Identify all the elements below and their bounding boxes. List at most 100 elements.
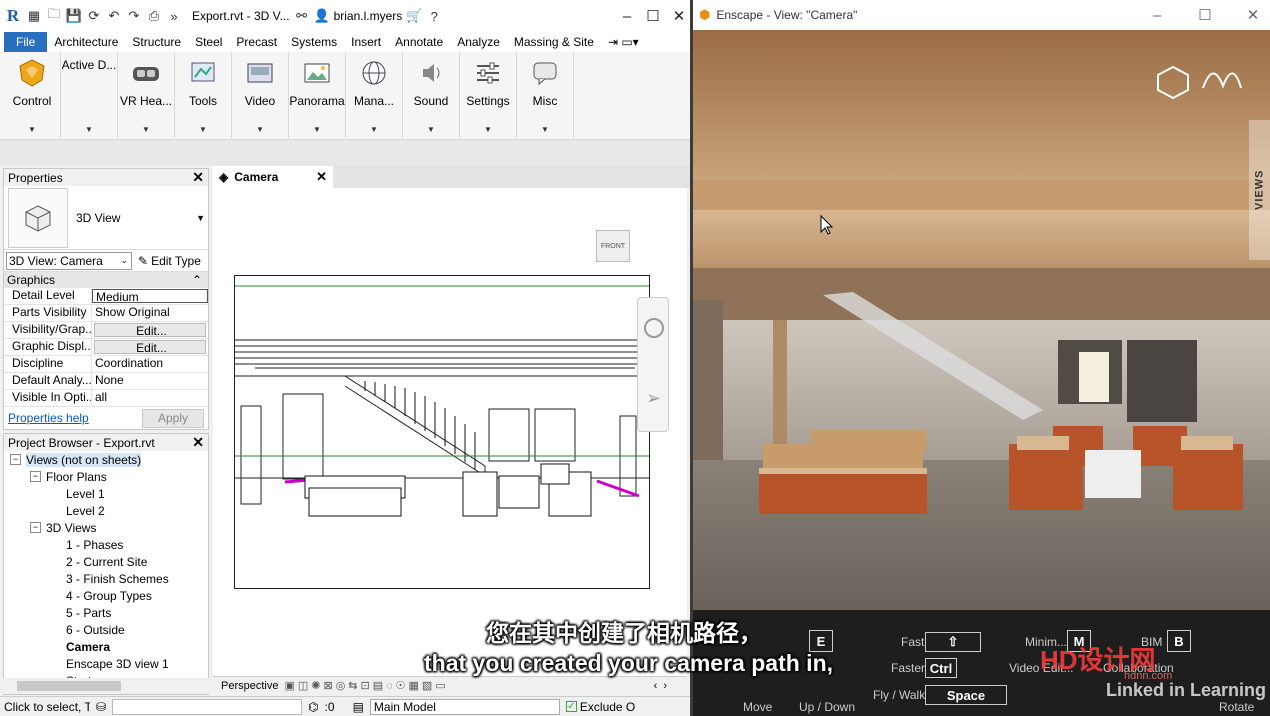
filter-icon[interactable]: ▤: [353, 700, 364, 714]
camera-tab-close-icon[interactable]: ✕: [316, 169, 327, 185]
video-button[interactable]: Video ▼: [232, 52, 289, 138]
viewcube[interactable]: FRONT: [596, 230, 630, 262]
user-icon[interactable]: 👤: [314, 8, 330, 24]
browser-tree-item[interactable]: −3D Views: [4, 519, 208, 536]
property-value[interactable]: None: [92, 373, 208, 389]
maximize-button[interactable]: ☐: [642, 5, 664, 27]
tab-systems[interactable]: Systems: [284, 32, 344, 52]
navigation-bar[interactable]: ➢: [637, 297, 669, 432]
properties-help-link[interactable]: Properties help: [8, 411, 89, 425]
enscape-close-button[interactable]: ✕: [1242, 4, 1264, 26]
views-panel-tab[interactable]: VIEWS: [1249, 120, 1270, 260]
revit-logo-icon[interactable]: R: [4, 6, 22, 26]
browser-tree-item[interactable]: Level 2: [4, 502, 208, 519]
user-name[interactable]: brian.l.myers: [334, 9, 403, 23]
scroll-left-icon[interactable]: ‹: [654, 680, 658, 692]
browser-tree-item[interactable]: − Floor Plans: [4, 468, 208, 485]
view-control-icons[interactable]: ▣◫✺⊠◎⇆⊡▤◌☉▦▧▭: [284, 679, 448, 692]
render-viewport[interactable]: [693, 30, 1270, 610]
vr-headset-button[interactable]: VR Hea... ▼: [118, 52, 175, 138]
walk-icon[interactable]: ➢: [646, 388, 661, 409]
settings-button[interactable]: Settings ▼: [460, 52, 517, 138]
minimize-button[interactable]: –: [616, 5, 638, 27]
more-icon[interactable]: »: [166, 8, 182, 24]
properties-close-icon[interactable]: ✕: [192, 169, 204, 186]
tab-structure[interactable]: Structure: [125, 32, 188, 52]
tab-architecture[interactable]: Architecture: [47, 32, 125, 52]
3d-view-icon: [8, 187, 68, 248]
redo-icon[interactable]: ↷: [126, 8, 142, 24]
sync-icon[interactable]: ⟳: [86, 8, 102, 24]
browser-tree-item[interactable]: 4 - Group Types: [4, 587, 208, 604]
browser-tree-item[interactable]: − Views (not on sheets): [4, 451, 208, 468]
print-icon[interactable]: ⎙: [146, 8, 162, 24]
save-icon[interactable]: 💾: [66, 8, 82, 24]
tab-insert[interactable]: Insert: [344, 32, 388, 52]
type-dropdown-icon[interactable]: ▼: [196, 213, 205, 223]
active-document-button[interactable]: Active D... ▼: [61, 52, 118, 138]
exclude-checkbox[interactable]: ✓ Exclude O: [565, 700, 635, 714]
browser-tree-item[interactable]: 6 - Outside: [4, 621, 208, 638]
tab-steel[interactable]: Steel: [188, 32, 229, 52]
open-icon[interactable]: 🗀: [46, 6, 62, 24]
tab-camera[interactable]: ◈ Camera ✕: [213, 166, 333, 188]
browser-tree-item[interactable]: 2 - Current Site: [4, 553, 208, 570]
home-icon[interactable]: ▦: [26, 8, 42, 24]
browser-tree-item[interactable]: 1 - Phases: [4, 536, 208, 553]
manage-button[interactable]: Mana... ▼: [346, 52, 403, 138]
workset-dropdown[interactable]: [112, 698, 303, 715]
collapse-toggle-icon[interactable]: −: [30, 471, 41, 482]
panorama-button[interactable]: Panorama ▼: [289, 52, 346, 138]
type-selector[interactable]: 3D View ▼: [4, 186, 208, 250]
property-value[interactable]: Show Original: [92, 305, 208, 321]
apply-button[interactable]: Apply: [142, 408, 204, 428]
enscape-maximize-button[interactable]: ☐: [1194, 4, 1216, 26]
help-icon[interactable]: ?: [426, 8, 442, 24]
binoculars-icon[interactable]: ⚯: [294, 8, 310, 24]
edit-type-button[interactable]: ✎ Edit Type: [138, 254, 201, 268]
browser-tree-item[interactable]: Level 1: [4, 485, 208, 502]
property-value[interactable]: all: [92, 390, 208, 406]
enscape-logo-icon: ⬢: [699, 7, 711, 22]
tab-massing-site[interactable]: Massing & Site: [507, 32, 601, 52]
property-value[interactable]: Edit...: [94, 340, 206, 354]
steering-wheel-icon[interactable]: [644, 318, 664, 338]
tab-precast[interactable]: Precast: [229, 32, 284, 52]
worksets-icon[interactable]: ⛁: [96, 700, 106, 714]
design-option-dropdown[interactable]: Main Model: [369, 698, 560, 715]
instance-selector[interactable]: 3D View: Camera ⌄: [6, 251, 132, 270]
collapse-toggle-icon[interactable]: −: [30, 522, 41, 533]
view-mode-label[interactable]: Perspective: [221, 680, 278, 692]
close-button[interactable]: ✕: [668, 5, 690, 27]
browser-scrollbar[interactable]: [3, 678, 209, 694]
tab-analyze[interactable]: Analyze: [450, 32, 507, 52]
browser-header: Project Browser - Export.rvt ✕: [4, 434, 208, 451]
scroll-right-icon[interactable]: ›: [663, 680, 667, 692]
property-value[interactable]: Coordination: [92, 356, 208, 372]
browser-tree-item[interactable]: 5 - Parts: [4, 604, 208, 621]
camera-drawing[interactable]: [234, 275, 650, 589]
tab-annotate[interactable]: Annotate: [388, 32, 450, 52]
collapse-icon[interactable]: ⌃: [192, 273, 202, 287]
tools-button[interactable]: Tools ▼: [175, 52, 232, 138]
editable-only-icon[interactable]: ⌬: [308, 700, 318, 714]
enscape-minimize-button[interactable]: –: [1146, 4, 1168, 26]
cart-icon[interactable]: 🛒: [406, 8, 422, 24]
browser-tree-item[interactable]: 3 - Finish Schemes: [4, 570, 208, 587]
property-value[interactable]: Edit...: [94, 323, 206, 337]
camera-tab-label: Camera: [234, 170, 279, 184]
more-tabs-icon[interactable]: ⇥ ▭▾: [601, 32, 646, 52]
browser-tree-item[interactable]: Enscape 3D view 1: [4, 655, 208, 672]
misc-button[interactable]: Misc ▼: [517, 52, 574, 138]
control-button[interactable]: Control ▼: [4, 52, 61, 138]
tree-item-label: 6 - Outside: [66, 622, 125, 637]
browser-close-icon[interactable]: ✕: [192, 434, 204, 451]
collapse-toggle-icon[interactable]: −: [10, 454, 21, 465]
undo-icon[interactable]: ↶: [106, 8, 122, 24]
property-value[interactable]: Medium: [92, 289, 208, 303]
sound-button[interactable]: Sound ▼: [403, 52, 460, 138]
graphics-group-header[interactable]: Graphics ⌃: [4, 272, 208, 288]
tab-file[interactable]: File: [4, 32, 48, 52]
browser-tree-item[interactable]: Camera: [4, 638, 208, 655]
fast-label: Fast: [901, 635, 925, 649]
